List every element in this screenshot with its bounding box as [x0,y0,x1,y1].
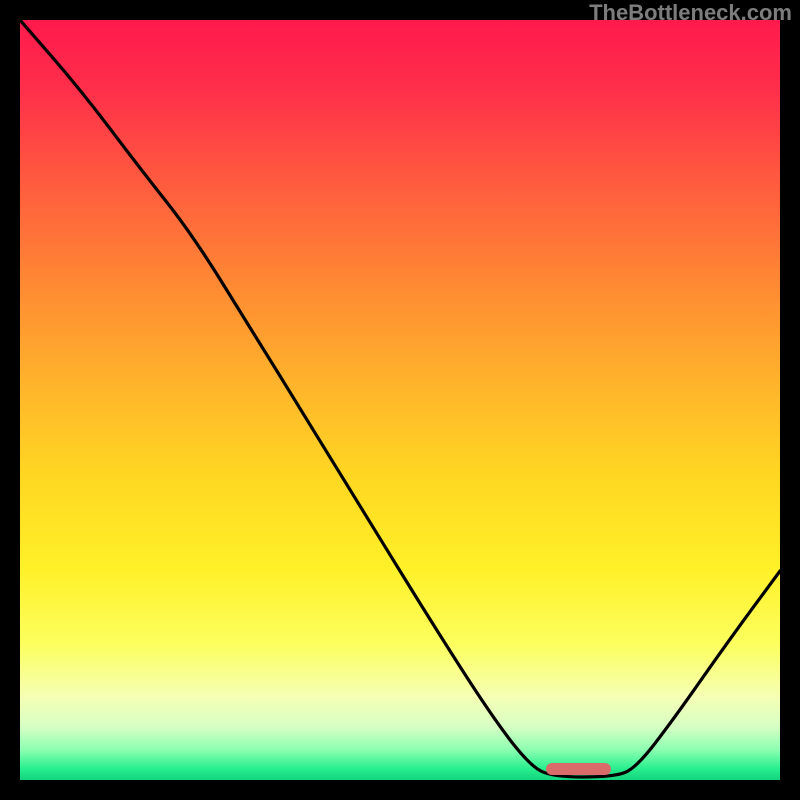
plot-area [20,20,780,780]
chart-stage: TheBottleneck.com [0,0,800,800]
heat-gradient [20,20,780,780]
optimal-marker [546,763,611,775]
